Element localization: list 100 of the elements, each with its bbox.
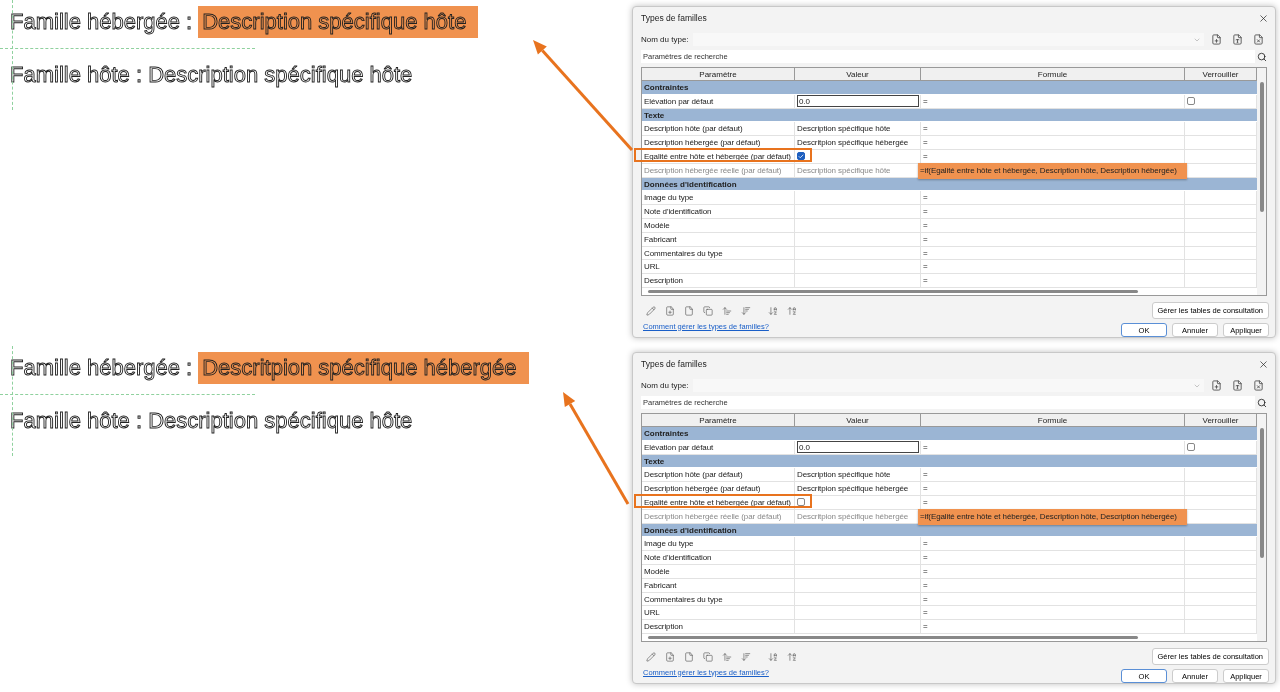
formula-text: =	[923, 566, 928, 576]
new-type-icon[interactable]	[1211, 380, 1222, 392]
formula-text: =	[923, 484, 928, 494]
dialog-title: Types de familles	[641, 359, 707, 370]
file-plus-icon[interactable]	[665, 651, 675, 662]
dialog-title: Types de familles	[641, 13, 707, 24]
formula-text: =	[923, 276, 928, 286]
rename-icon[interactable]	[1232, 380, 1243, 392]
parameter-name: Elévation par défaut	[644, 96, 714, 106]
parameter-name: URL	[644, 608, 660, 618]
formula-highlight: =if(Egalité entre hôte et hébergée, Description hôte, Description hébergée)	[918, 162, 1187, 179]
close-icon[interactable]	[1258, 358, 1269, 370]
parameter-name: Commentaires du type	[644, 248, 723, 258]
formula-text: =	[923, 580, 928, 590]
value-text: Description spécifique hôte	[797, 124, 891, 134]
parameter-name: Modèle	[644, 220, 670, 230]
value-field[interactable]: 0.0	[797, 441, 919, 454]
scrollbar[interactable]	[1259, 428, 1264, 559]
sort-z-a-icon[interactable]	[787, 651, 797, 662]
parameter-name: Description hébergée réelle (par défaut)	[644, 165, 782, 175]
column-header[interactable]: Valeur	[795, 414, 921, 428]
value-text: Descritpion spécifique hébergée	[797, 484, 909, 494]
parameter-name: Note d'identification	[644, 553, 712, 563]
formula-text: =	[923, 553, 928, 563]
delete-icon[interactable]	[1253, 380, 1264, 392]
column-header[interactable]: Paramètre	[642, 68, 795, 82]
column-header[interactable]: Formule	[921, 414, 1185, 428]
new-type-icon[interactable]	[1211, 34, 1222, 46]
column-header[interactable]: Verrouiller	[1185, 68, 1257, 82]
value-text: Description spécifique hôte	[797, 470, 891, 480]
value-text: Description spécifique hôte	[797, 165, 891, 175]
formula-text: =	[923, 262, 928, 272]
column-header[interactable]: Verrouiller	[1185, 414, 1257, 428]
sort-a-z-icon[interactable]	[768, 651, 778, 662]
lock-checkbox[interactable]	[1187, 443, 1195, 452]
formula-text: =	[923, 539, 928, 549]
search-icon[interactable]	[1257, 51, 1267, 62]
parameter-name: Description	[644, 622, 683, 632]
parameter-name: Description hôte (par défaut)	[644, 124, 743, 134]
file-icon[interactable]	[684, 305, 694, 316]
parameter-name: Description hébergée réelle (par défaut)	[644, 511, 782, 521]
copy-icon[interactable]	[703, 305, 713, 316]
sort-down-icon[interactable]	[741, 651, 751, 662]
tag-label: Famille hôte : Description spécifique hôte	[10, 408, 413, 433]
close-icon[interactable]	[1258, 12, 1269, 24]
lock-checkbox[interactable]	[1187, 97, 1195, 106]
sort-z-a-icon[interactable]	[787, 305, 797, 316]
pencil-icon[interactable]	[646, 651, 656, 662]
formula-text: =	[923, 442, 928, 452]
group-header: Contraintes	[642, 81, 1257, 95]
parameter-name: Image du type	[644, 193, 694, 203]
formula-text: =	[923, 470, 928, 480]
copy-icon[interactable]	[703, 651, 713, 662]
checkbox[interactable]	[797, 152, 805, 161]
highlighted-tag-value: Description spécifique hôte	[198, 6, 479, 38]
parameter-name: URL	[644, 262, 660, 272]
column-header[interactable]: Paramètre	[642, 414, 795, 428]
formula-text: =	[923, 248, 928, 258]
formula-text: =	[923, 207, 928, 217]
highlighted-tag-value: Descritpion spécifique hébergée	[198, 352, 529, 384]
checkbox[interactable]	[797, 498, 805, 507]
formula-text: =	[923, 608, 928, 618]
parameter-name: Commentaires du type	[644, 594, 723, 604]
parameter-name: Fabricant	[644, 234, 677, 244]
formula-text: =	[923, 138, 928, 148]
sort-down-icon[interactable]	[741, 305, 751, 316]
value-text: Descritpion spécifique hébergée	[797, 511, 909, 521]
delete-icon[interactable]	[1253, 34, 1264, 46]
scrollbar[interactable]	[648, 636, 1138, 639]
scrollbar[interactable]	[1259, 82, 1264, 213]
file-icon[interactable]	[684, 651, 694, 662]
sort-up-icon[interactable]	[722, 305, 732, 316]
formula-highlight: =if(Egalité entre hôte et hébergée, Description hôte, Description hébergée)	[918, 508, 1187, 525]
column-header[interactable]: Valeur	[795, 68, 921, 82]
rename-icon[interactable]	[1232, 34, 1243, 46]
parameter-name: Modèle	[644, 566, 670, 576]
formula-text: =	[923, 234, 928, 244]
file-plus-icon[interactable]	[665, 305, 675, 316]
pencil-icon[interactable]	[646, 305, 656, 316]
tag-label: Famille hôte : Description spécifique hôte	[10, 62, 413, 87]
formula-text: =	[923, 594, 928, 604]
parameter-name: Note d'identification	[644, 207, 712, 217]
value-field[interactable]: 0.0	[797, 95, 919, 108]
formula-text: =	[923, 220, 928, 230]
search-icon[interactable]	[1257, 397, 1267, 408]
sort-up-icon[interactable]	[722, 651, 732, 662]
parameter-name: Elévation par défaut	[644, 442, 714, 452]
type-name-label: Nom du type:	[641, 381, 689, 391]
parameter-name: Description	[644, 276, 683, 286]
group-header: Contraintes	[642, 427, 1257, 441]
formula-text: =	[923, 497, 928, 507]
scrollbar[interactable]	[648, 290, 1138, 293]
formula-text: =	[923, 151, 928, 161]
parameter-name: Description hôte (par défaut)	[644, 470, 743, 480]
sort-a-z-icon[interactable]	[768, 305, 778, 316]
value-text: Descritpion spécifique hébergée	[797, 138, 909, 148]
column-header[interactable]: Formule	[921, 68, 1185, 82]
parameter-name: Description hébergée (par défaut)	[644, 138, 761, 148]
formula-text: =	[923, 124, 928, 134]
formula-text: =	[923, 96, 928, 106]
